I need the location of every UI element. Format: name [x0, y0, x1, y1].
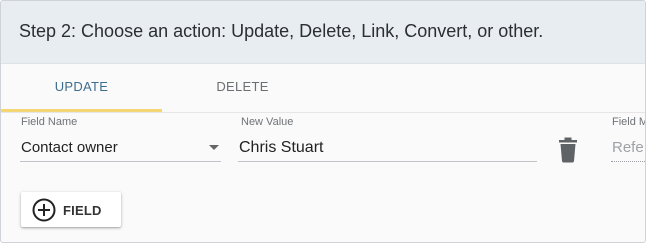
chevron-down-icon	[209, 145, 219, 150]
new-value-label: New Value	[241, 116, 294, 128]
field-name-value: Contact owner	[21, 139, 118, 156]
plus-circle-icon	[32, 198, 56, 222]
add-field-label: FIELD	[63, 203, 102, 218]
step-2-panel: Step 2: Choose an action: Update, Delete…	[0, 0, 646, 243]
third-field-label: Field M	[612, 116, 646, 128]
action-tabs: UPDATE DELETE	[1, 64, 645, 113]
field-name-select[interactable]: Contact owner	[20, 135, 221, 162]
reference-input[interactable]: Refe	[611, 135, 645, 162]
step-title: Step 2: Choose an action: Update, Delete…	[19, 21, 544, 41]
add-field-button[interactable]: FIELD	[21, 192, 121, 227]
field-name-label: Field Name	[21, 116, 78, 128]
tab-delete[interactable]: DELETE	[162, 64, 323, 111]
reference-input-placeholder: Refe	[612, 139, 644, 156]
step-header: Step 2: Choose an action: Update, Delete…	[1, 1, 645, 64]
new-value-input[interactable]	[238, 135, 537, 162]
trash-icon[interactable]	[557, 137, 579, 163]
tab-update[interactable]: UPDATE	[1, 64, 162, 112]
